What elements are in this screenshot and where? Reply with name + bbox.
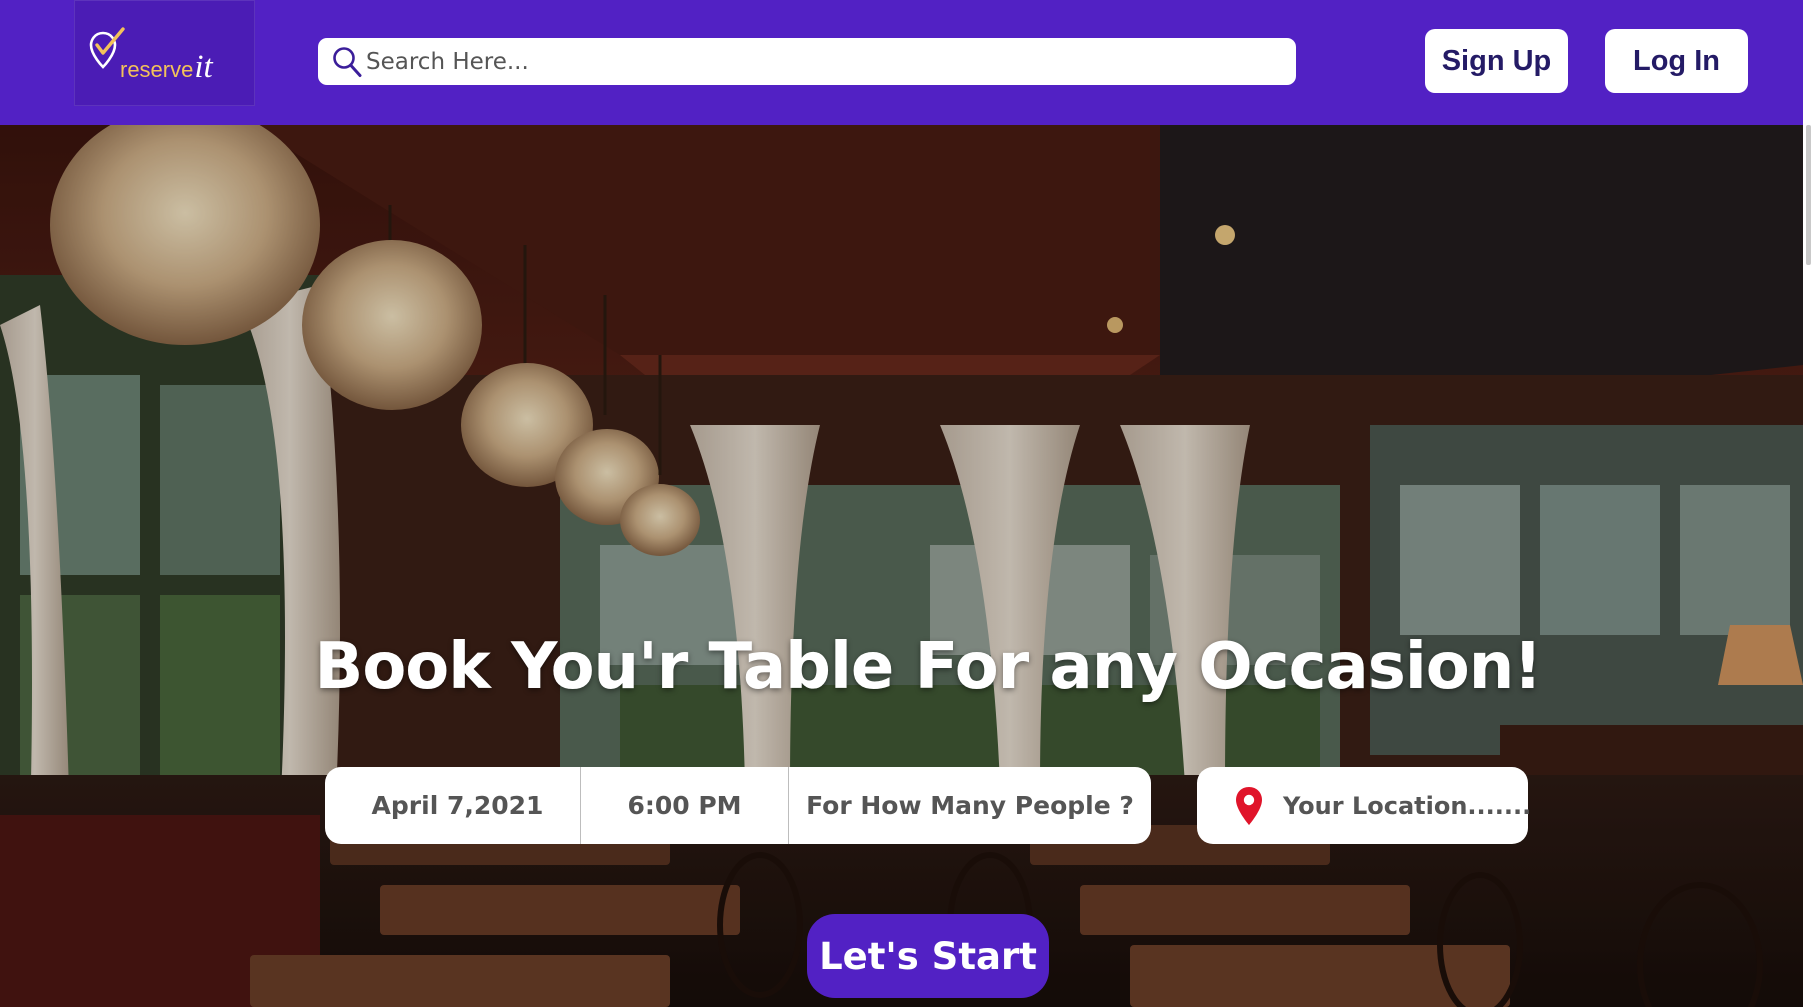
top-navbar: reserveit Sign Up Log In [0, 0, 1803, 125]
log-in-button[interactable]: Log In [1605, 29, 1748, 93]
time-selector[interactable]: 6:00 PM [581, 767, 789, 844]
date-selector[interactable]: April 7,2021 [325, 767, 581, 844]
lets-start-button[interactable]: Let's Start [807, 914, 1049, 998]
hero-section [0, 125, 1803, 1007]
location-field[interactable]: Your Location....... [1197, 767, 1532, 844]
booking-bar: April 7,2021 6:00 PM For How Many People… [325, 767, 1151, 844]
party-size-selector[interactable]: For How Many People ? [789, 767, 1151, 844]
search-icon [333, 46, 362, 77]
hero-dark-overlay [0, 125, 1803, 1007]
logo-brand-suffix: it [194, 49, 213, 85]
search-bar[interactable] [318, 38, 1296, 85]
logo-wordmark: reserveit [120, 49, 213, 86]
hero-headline: Book You'r Table For any Occasion! [314, 630, 1543, 704]
scrollbar-thumb[interactable] [1806, 125, 1811, 265]
sign-up-button[interactable]: Sign Up [1425, 29, 1568, 93]
reserveit-logo[interactable]: reserveit [74, 0, 255, 106]
location-placeholder: Your Location....... [1283, 791, 1532, 820]
search-input[interactable] [362, 41, 1296, 82]
logo-brand: reserve [120, 57, 194, 82]
location-pin-icon [1236, 786, 1262, 825]
